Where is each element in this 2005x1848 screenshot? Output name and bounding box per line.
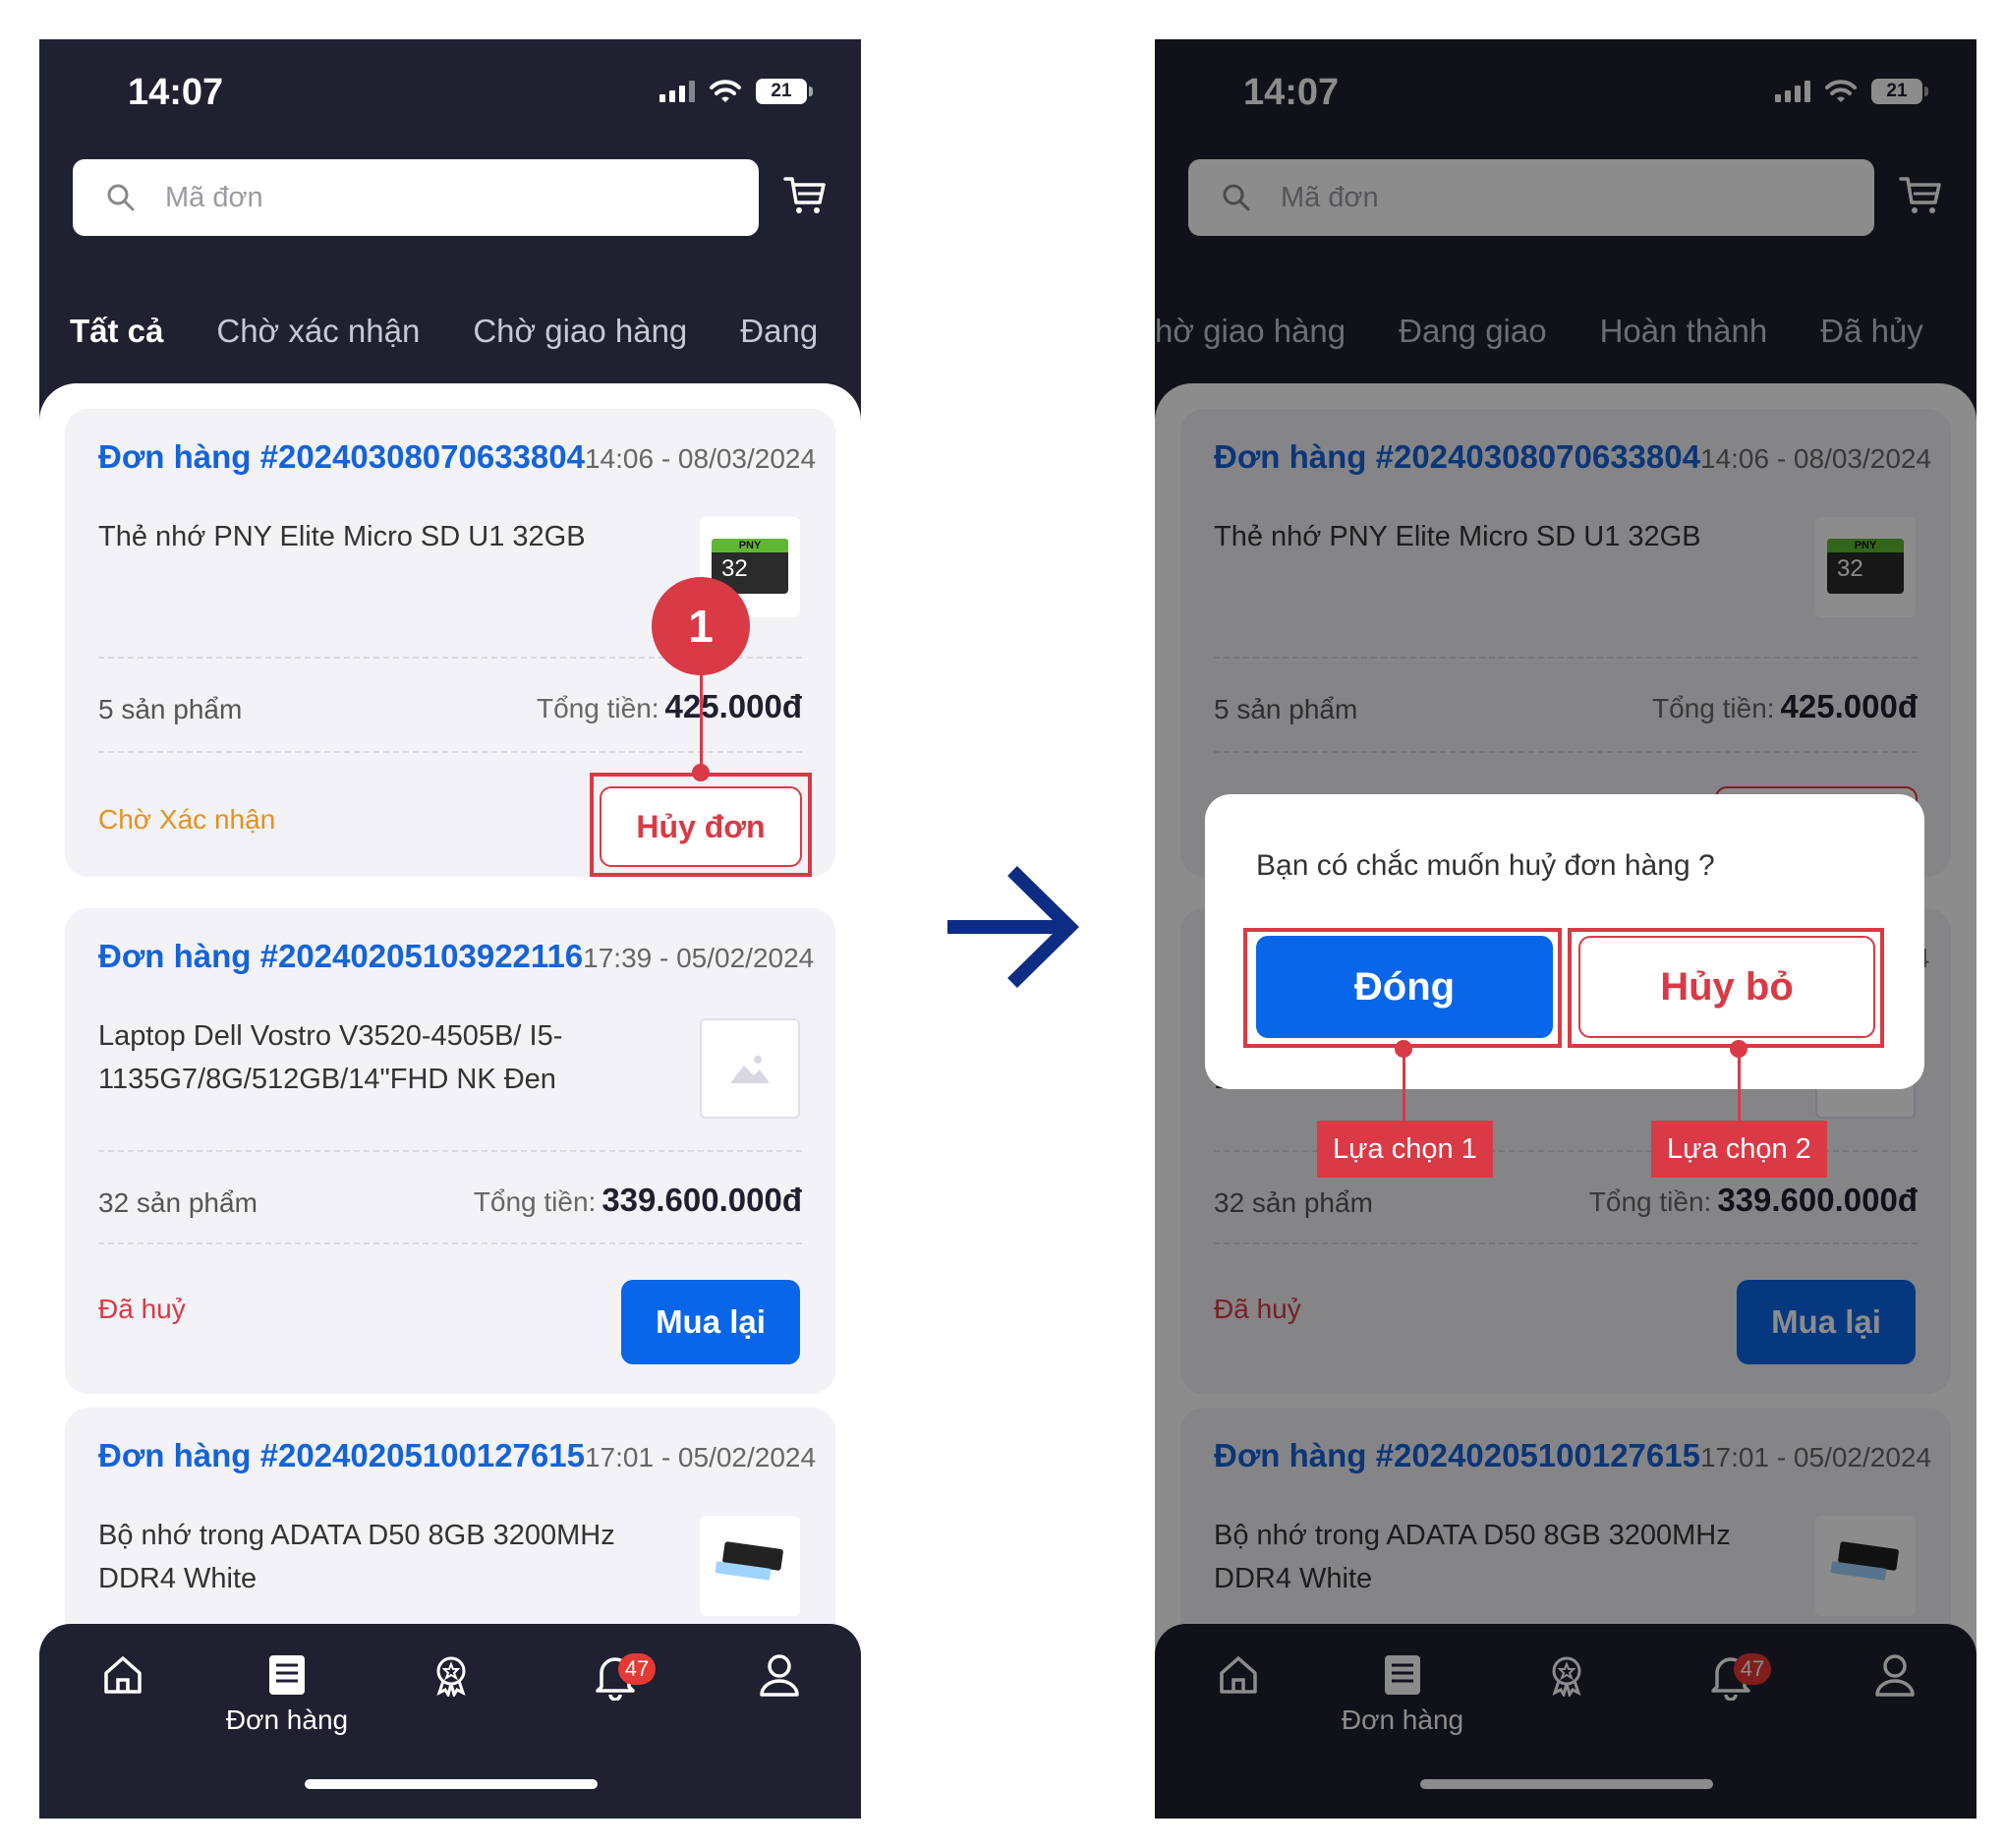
quantity: 32 sản phẩm	[98, 1187, 258, 1218]
product-thumbnail	[700, 1516, 800, 1616]
order-time: 14:06 - 08/03/2024	[584, 443, 817, 474]
option2-callout: Lựa chọn 2	[1651, 1121, 1827, 1178]
connector-line	[1403, 1050, 1405, 1123]
search-icon	[107, 184, 135, 211]
notification-badge: 47	[618, 1653, 656, 1685]
orders-icon	[269, 1655, 305, 1695]
nav-orders-label: Đơn hàng	[225, 1704, 349, 1735]
nav-profile[interactable]	[716, 1653, 843, 1697]
tab-pending[interactable]: Chờ xác nhận	[216, 313, 420, 350]
home-icon	[104, 1656, 142, 1694]
dialog-message: Bạn có chắc muốn huỷ đơn hàng ?	[1256, 849, 1715, 882]
status-tabs: Tất cả Chờ xác nhận Chờ giao hàng Đang	[70, 313, 818, 350]
order-total: Tổng tiền: 425.000đ	[537, 688, 802, 724]
confirm-cancel-dialog: Bạn có chắc muốn huỷ đơn hàng ? Đóng Hủy…	[1205, 794, 1924, 1089]
status-time: 14:07	[128, 72, 224, 113]
tab-awaiting-delivery[interactable]: Chờ giao hàng	[473, 313, 687, 350]
divider	[98, 1242, 802, 1244]
divider	[98, 751, 802, 753]
connector-line	[1738, 1050, 1741, 1123]
nav-home[interactable]	[59, 1653, 187, 1697]
connector-line	[700, 674, 703, 773]
award-icon	[436, 1656, 466, 1697]
product-thumbnail	[700, 1018, 800, 1119]
confirm-cancel-button[interactable]: Hủy bỏ	[1578, 936, 1875, 1038]
bottom-nav: Đơn hàng 47	[39, 1624, 861, 1819]
nav-rewards[interactable]	[387, 1653, 515, 1697]
product-name: Laptop Dell Vostro V3520-4505B/ I5-1135G…	[98, 1020, 563, 1095]
nav-notifications[interactable]: 47	[551, 1653, 679, 1701]
order-code[interactable]: Đơn hàng #20240205100127615	[98, 1437, 585, 1473]
cancel-order-button[interactable]: Hủy đơn	[600, 786, 802, 867]
buy-again-button[interactable]: Mua lại	[621, 1280, 800, 1364]
arrow-right-icon	[947, 866, 1079, 988]
step-number-badge: 1	[652, 577, 750, 675]
tab-delivering[interactable]: Đang	[740, 313, 818, 350]
cart-icon[interactable]	[783, 173, 827, 216]
order-status: Đã huỷ	[98, 1294, 186, 1324]
connector-dot	[692, 764, 710, 781]
phone-screen-before: 14:07 21 Tất cả Chờ xác nhận Chờ giao hà…	[39, 39, 861, 1819]
divider	[98, 1150, 802, 1152]
option1-callout: Lựa chọn 1	[1317, 1121, 1493, 1178]
nav-orders[interactable]: Đơn hàng	[223, 1653, 351, 1736]
signal-icon	[659, 81, 695, 102]
order-status: Chờ Xác nhận	[98, 804, 276, 835]
home-indicator	[305, 1779, 598, 1789]
product-name: Bộ nhớ trong ADATA D50 8GB 3200MHz DDR4 …	[98, 1520, 615, 1594]
user-icon	[760, 1654, 799, 1697]
order-card[interactable]: Đơn hàng #2024020510392211617:39 - 05/02…	[65, 908, 835, 1394]
order-time: 17:39 - 05/02/2024	[583, 943, 815, 973]
quantity: 5 sản phẩm	[98, 694, 243, 724]
search-input[interactable]	[165, 181, 696, 214]
search-bar[interactable]	[73, 159, 759, 236]
order-time: 17:01 - 05/02/2024	[584, 1442, 817, 1473]
status-icons: 21	[659, 79, 813, 104]
battery-icon: 21	[756, 79, 813, 104]
phone-screen-after: 14:07 21 hờ giao hàng Đang giao Hoàn thà…	[1155, 39, 1976, 1819]
close-button[interactable]: Đóng	[1256, 936, 1553, 1038]
order-code[interactable]: Đơn hàng #20240308070633804	[98, 438, 585, 475]
tab-all[interactable]: Tất cả	[70, 313, 163, 350]
wifi-icon	[710, 80, 741, 102]
order-total: Tổng tiền: 339.600.000đ	[473, 1182, 802, 1218]
order-code[interactable]: Đơn hàng #20240205103922116	[98, 938, 583, 974]
product-name: Thẻ nhớ PNY Elite Micro SD U1 32GB	[98, 521, 586, 552]
image-placeholder-icon	[730, 1056, 770, 1083]
